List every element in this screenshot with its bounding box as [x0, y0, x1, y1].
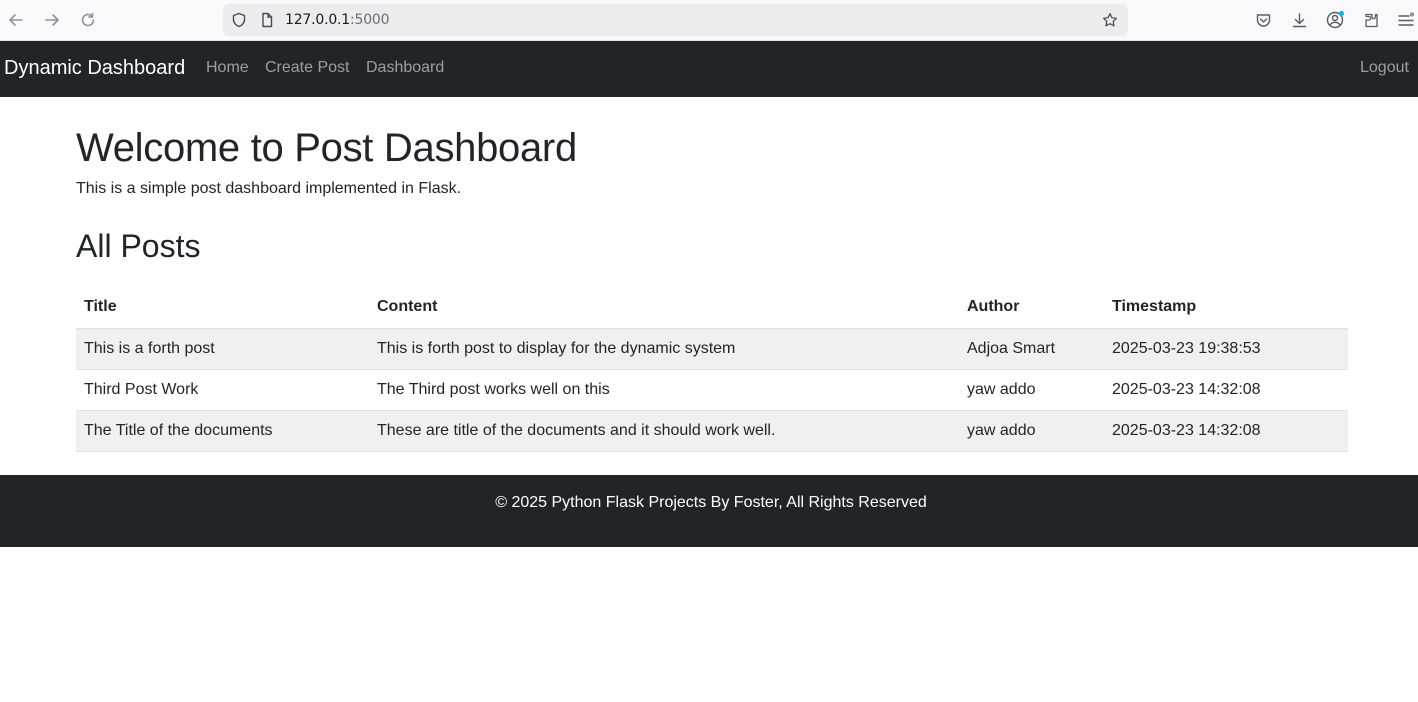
nav-link-dashboard[interactable]: Dashboard [366, 59, 444, 77]
url-port: :5000 [350, 12, 390, 28]
table-row: This is a forth post This is forth post … [76, 328, 1348, 370]
nav-link-logout[interactable]: Logout [1360, 59, 1409, 77]
cell-content: This is forth post to display for the dy… [369, 328, 959, 370]
column-header-content: Content [369, 286, 959, 329]
section-title: All Posts [76, 228, 201, 264]
table-header-row: Title Content Author Timestamp [76, 286, 1348, 329]
cell-author: Adjoa Smart [959, 328, 1104, 370]
footer-copyright: © 2025 Python Flask Projects By Foster, … [495, 494, 927, 511]
menu-icon[interactable] [1396, 10, 1416, 30]
nav-link-create-post[interactable]: Create Post [265, 59, 349, 77]
nav-link-home[interactable]: Home [206, 59, 249, 77]
posts-table: Title Content Author Timestamp This is a… [76, 286, 1348, 452]
footer: © 2025 Python Flask Projects By Foster, … [0, 475, 1418, 547]
pocket-icon[interactable] [1253, 10, 1273, 30]
shield-icon[interactable] [231, 12, 247, 28]
back-button[interactable] [4, 8, 28, 32]
reload-button[interactable] [76, 8, 100, 32]
column-header-author: Author [959, 286, 1104, 329]
extensions-icon[interactable] [1361, 10, 1381, 30]
cell-title: This is a forth post [76, 328, 369, 370]
url-text[interactable]: 127.0.0.1:5000 [285, 12, 390, 28]
navbar-brand[interactable]: Dynamic Dashboard [4, 57, 185, 80]
url-host: 127.0.0.1 [285, 12, 350, 28]
browser-toolbar: 127.0.0.1:5000 [0, 0, 1418, 41]
cell-timestamp: 2025-03-23 14:32:08 [1104, 410, 1348, 452]
arrow-right-icon [45, 14, 59, 26]
reload-icon [81, 12, 95, 27]
cell-timestamp: 2025-03-23 19:38:53 [1104, 328, 1348, 370]
forward-button[interactable] [40, 8, 64, 32]
table-header: Title Content Author Timestamp [76, 286, 1348, 329]
page-icon[interactable] [259, 12, 275, 28]
arrow-left-icon [9, 14, 23, 26]
download-icon[interactable] [1289, 10, 1309, 30]
cell-title: The Title of the documents [76, 410, 369, 452]
cell-author: yaw addo [959, 410, 1104, 452]
table-row: Third Post Work The Third post works wel… [76, 369, 1348, 411]
star-icon[interactable] [1102, 12, 1118, 28]
page-title: Welcome to Post Dashboard [76, 126, 577, 170]
cell-content: The Third post works well on this [369, 369, 959, 411]
column-header-title: Title [76, 286, 369, 329]
table-row: The Title of the documents These are tit… [76, 410, 1348, 452]
table-body: This is a forth post This is forth post … [76, 328, 1348, 452]
account-icon[interactable] [1325, 10, 1345, 30]
cell-title: Third Post Work [76, 369, 369, 411]
address-bar[interactable]: 127.0.0.1:5000 [223, 4, 1128, 36]
column-header-timestamp: Timestamp [1104, 286, 1348, 329]
cell-content: These are title of the documents and it … [369, 410, 959, 452]
page-subtitle: This is a simple post dashboard implemen… [76, 180, 462, 197]
cell-author: yaw addo [959, 369, 1104, 411]
navbar: Dynamic Dashboard Home Create Post Dashb… [0, 41, 1418, 97]
cell-timestamp: 2025-03-23 14:32:08 [1104, 369, 1348, 411]
